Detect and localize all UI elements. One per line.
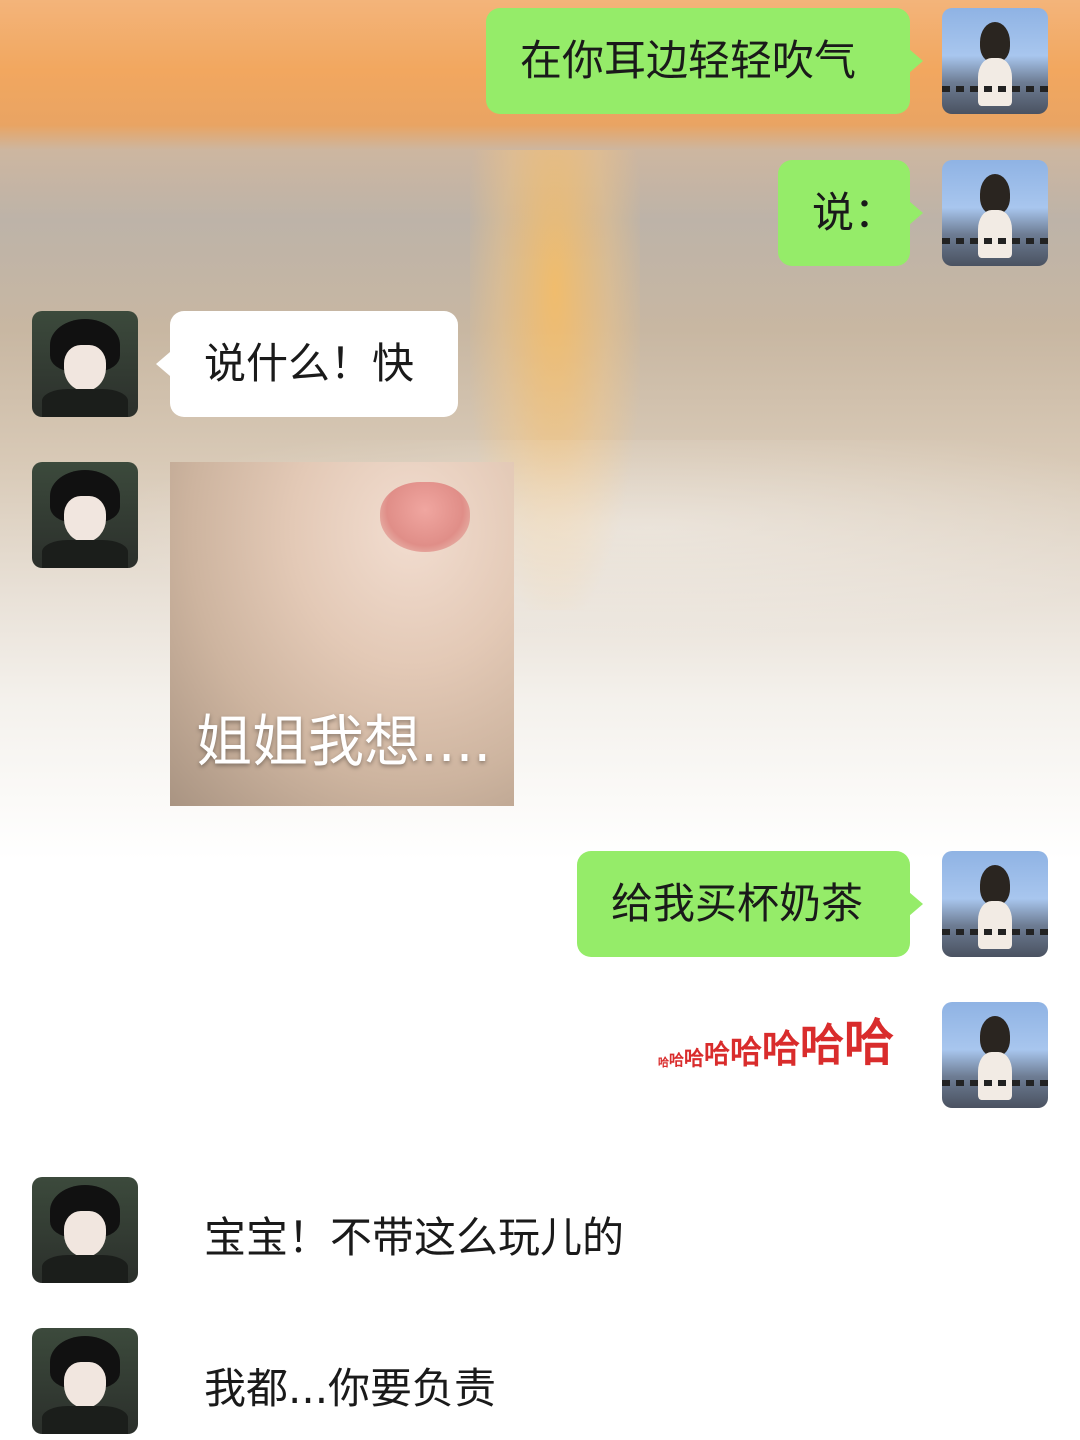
haha-char: 哈: [683, 1046, 704, 1070]
contact-avatar[interactable]: [32, 311, 138, 417]
haha-char: 哈: [668, 1051, 684, 1069]
contact-avatar[interactable]: [32, 1177, 138, 1283]
haha-char: 哈: [761, 1027, 800, 1071]
sticker-caption: 姐姐我想....: [196, 710, 492, 775]
haha-char: 哈: [800, 1020, 844, 1071]
self-avatar[interactable]: [942, 160, 1048, 266]
message-bubble-self[interactable]: 说：: [778, 160, 910, 266]
contact-avatar[interactable]: [32, 462, 138, 568]
haha-char: 哈: [729, 1033, 762, 1071]
haha-char: 哈: [844, 1014, 894, 1072]
wave-highlight: [0, 440, 1080, 660]
message-bubble-contact[interactable]: 说什么！快: [170, 311, 458, 417]
cat-nose: [380, 482, 470, 552]
bubble-tail: [909, 49, 923, 73]
bubble-tail: [909, 201, 923, 225]
cat-sticker-image[interactable]: 姐姐我想....: [170, 462, 514, 806]
haha-emoji-message[interactable]: 哈 哈 哈 哈 哈 哈 哈 哈: [658, 1008, 894, 1068]
message-text-contact[interactable]: 宝宝！不带这么玩儿的: [204, 1204, 624, 1265]
message-text-contact[interactable]: 我都...你要负责: [204, 1355, 496, 1416]
self-avatar[interactable]: [942, 8, 1048, 114]
bubble-tail: [156, 352, 170, 376]
contact-avatar[interactable]: [32, 1328, 138, 1434]
message-bubble-self[interactable]: 给我买杯奶茶: [577, 851, 910, 957]
self-avatar[interactable]: [942, 1002, 1048, 1108]
bubble-tail: [909, 892, 923, 916]
self-avatar[interactable]: [942, 851, 1048, 957]
haha-char: 哈: [703, 1040, 730, 1070]
haha-char: 哈: [657, 1056, 669, 1069]
message-bubble-self[interactable]: 在你耳边轻轻吹气: [486, 8, 910, 114]
